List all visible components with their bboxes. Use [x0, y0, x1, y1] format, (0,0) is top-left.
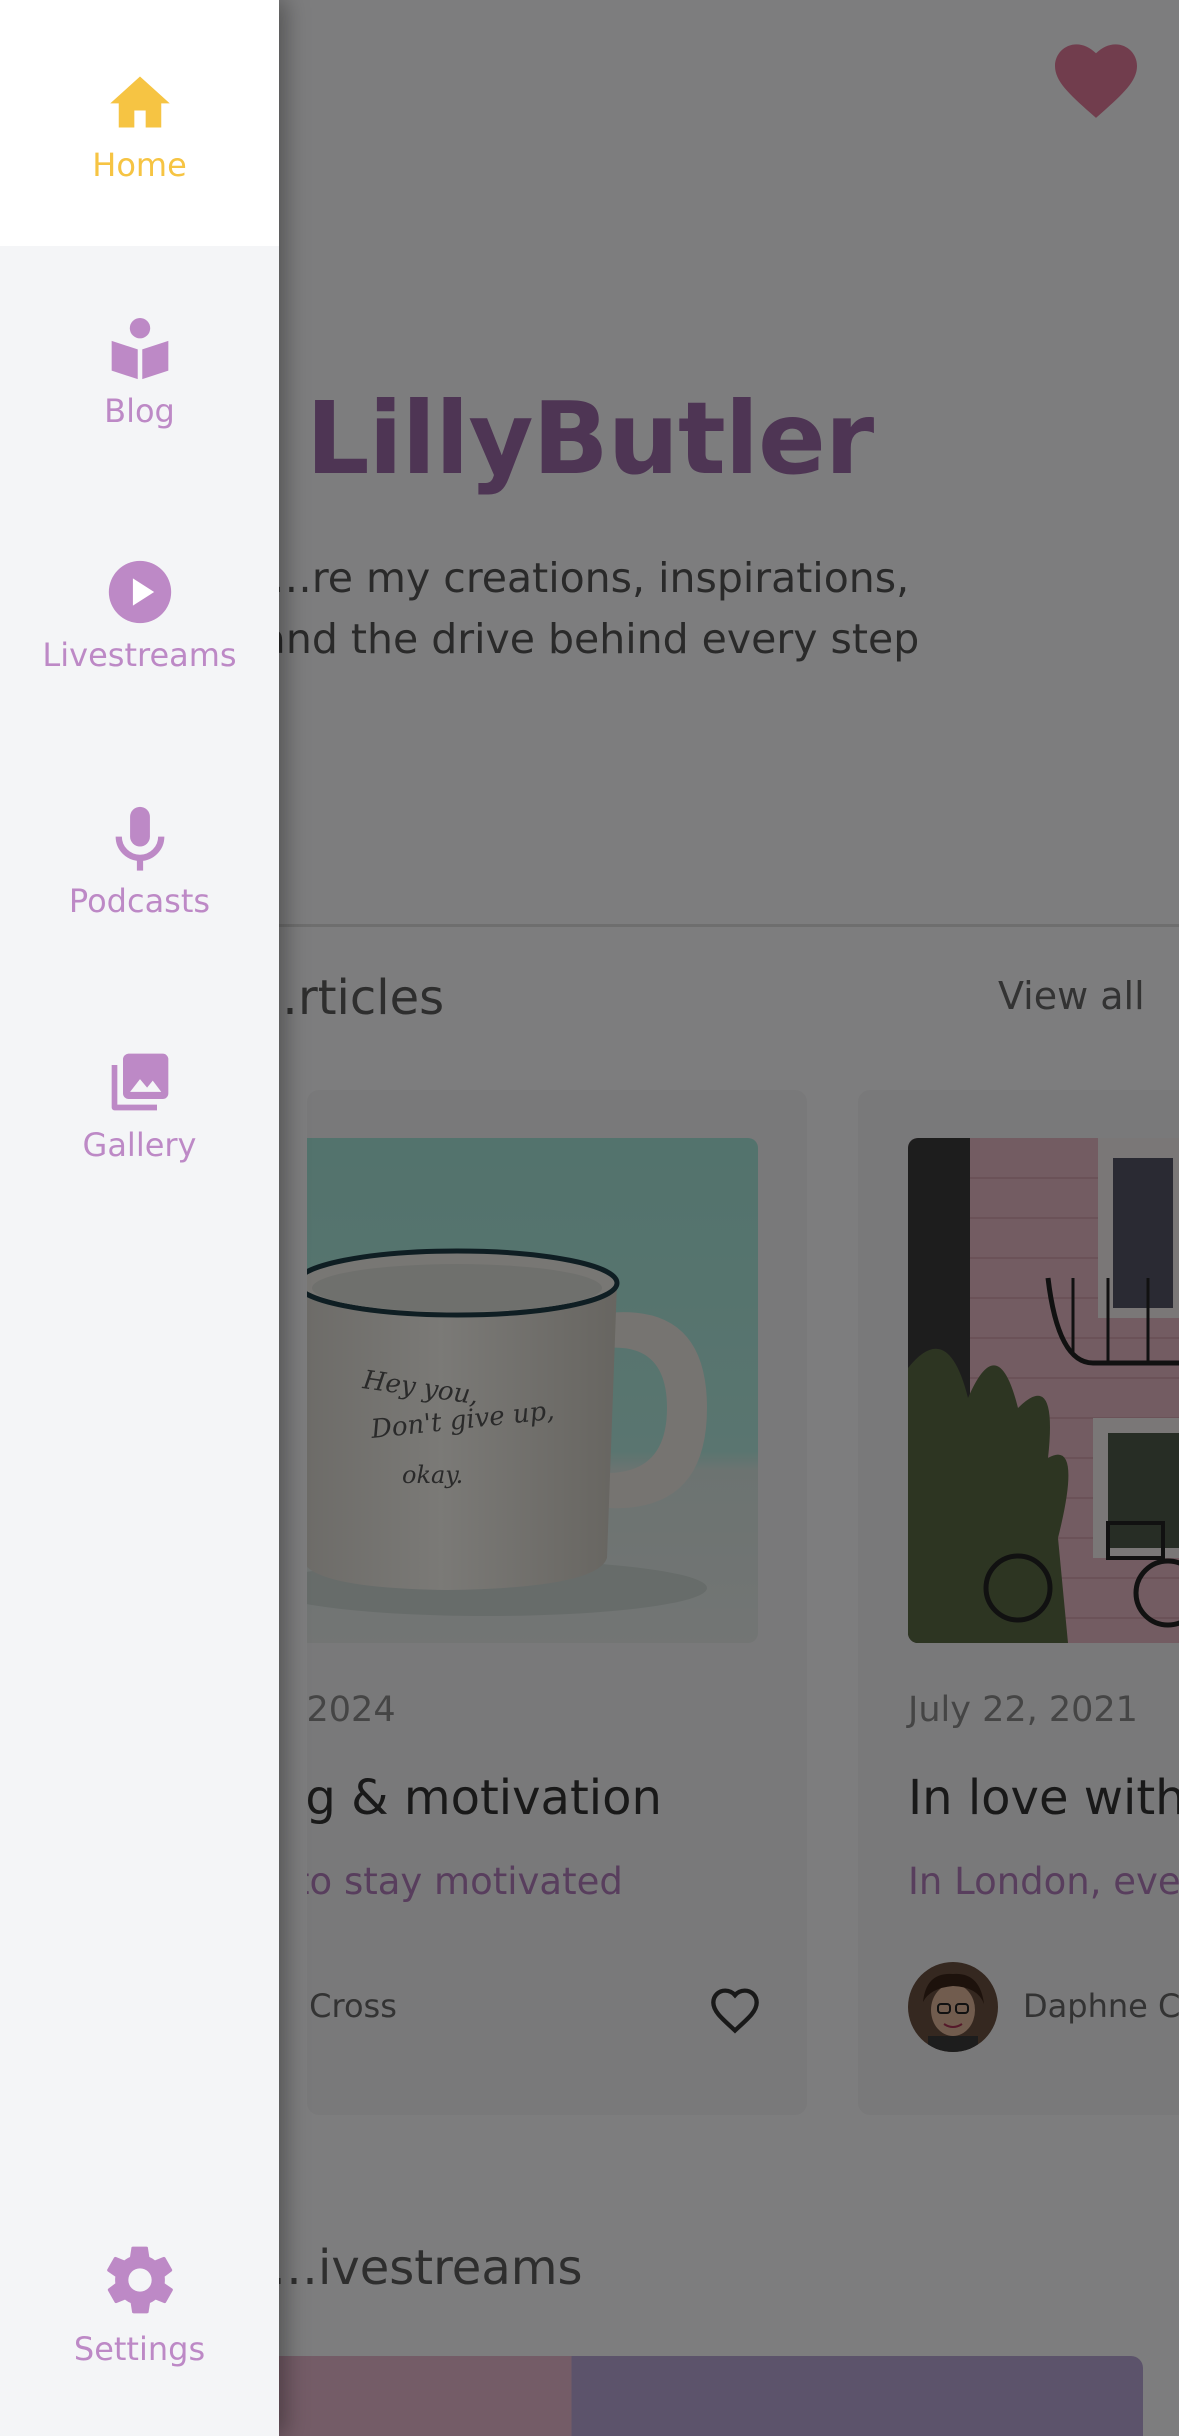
app-root: LillyButler …re my creations, inspiratio… [0, 0, 1179, 2436]
nav-item-home[interactable]: Home [0, 0, 279, 246]
nav-item-livestreams[interactable]: Livestreams [0, 492, 279, 738]
nav-item-blog[interactable]: Blog [0, 246, 279, 492]
nav-label: Settings [73, 2330, 206, 2368]
nav-label: Podcasts [68, 882, 211, 920]
navigation-drawer: Home Blog Livestreams Podcasts Gallery S… [0, 0, 279, 2436]
nav-label: Home [92, 146, 187, 184]
nav-item-settings[interactable]: Settings [0, 2190, 279, 2436]
book-reader-icon [111, 317, 168, 380]
nav-label: Blog [104, 392, 175, 430]
nav-item-podcasts[interactable]: Podcasts [0, 738, 279, 984]
photo-library-icon [111, 1053, 168, 1111]
nav-item-gallery[interactable]: Gallery [0, 984, 279, 1230]
home-icon [109, 76, 170, 128]
gear-icon [106, 2246, 173, 2314]
nav-label: Livestreams [42, 636, 237, 674]
play-circle-icon [108, 560, 171, 624]
microphone-icon [115, 806, 164, 871]
nav-label: Gallery [82, 1126, 197, 1164]
